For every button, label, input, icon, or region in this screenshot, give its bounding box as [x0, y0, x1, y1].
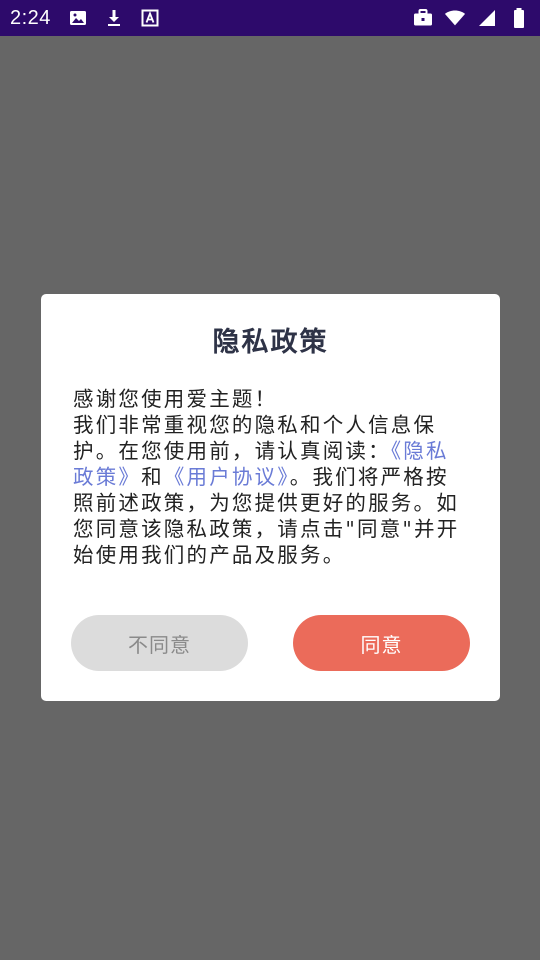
- intro-text: 我们非常重视您的隐私和个人信息保护。在您使用前，请认真阅读：: [73, 413, 437, 463]
- signal-icon: [476, 7, 498, 29]
- disagree-button[interactable]: 不同意: [71, 615, 248, 671]
- status-time: 2:24: [10, 6, 51, 29]
- status-system-icons: [412, 7, 530, 29]
- user-agreement-link[interactable]: 《用户协议》: [164, 465, 290, 489]
- download-icon: [103, 7, 125, 29]
- wifi-icon: [444, 7, 466, 29]
- briefcase-icon: [412, 7, 434, 29]
- status-notification-icons: [67, 7, 161, 29]
- battery-icon: [508, 7, 530, 29]
- privacy-policy-dialog: 隐私政策 感谢您使用爱主题！ 我们非常重视您的隐私和个人信息保护。在您使用前，请…: [41, 294, 500, 701]
- conjunction-text: 和: [141, 465, 164, 489]
- status-bar: 2:24: [0, 0, 540, 36]
- font-icon: [139, 7, 161, 29]
- dialog-message: 感谢您使用爱主题！ 我们非常重视您的隐私和个人信息保护。在您使用前，请认真阅读：…: [73, 386, 471, 568]
- image-icon: [67, 7, 89, 29]
- agree-button[interactable]: 同意: [293, 615, 470, 671]
- dialog-title: 隐私政策: [212, 327, 329, 358]
- greeting-text: 感谢您使用爱主题！: [73, 387, 278, 411]
